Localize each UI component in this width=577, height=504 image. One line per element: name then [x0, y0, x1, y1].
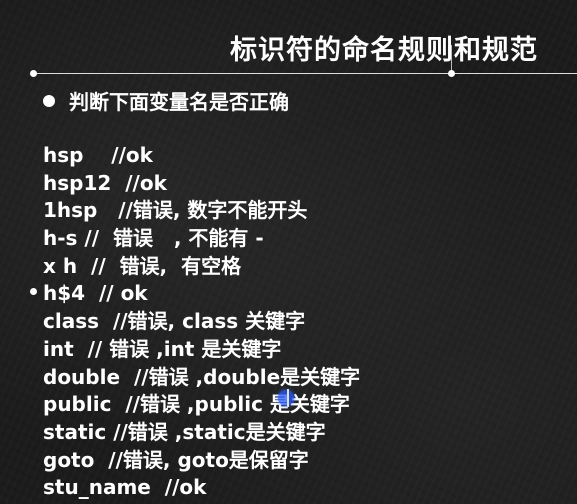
- title-divider: [34, 73, 577, 74]
- text-cursor-icon: [287, 389, 289, 407]
- code-line-public: public //错误 ,public 是关键字: [43, 392, 350, 417]
- code-line-stu-name: stu_name //ok: [43, 475, 207, 500]
- guide-line: [451, 45, 452, 73]
- code-line-hsp12: hsp12 //ok: [43, 170, 167, 195]
- code-line-double: double //错误 ,double是关键字: [43, 364, 361, 389]
- bullet-item: 判断下面变量名是否正确: [43, 86, 289, 115]
- code-line-class: class //错误, class 关键字: [43, 309, 306, 334]
- code-line-1hsp: 1hsp //错误, 数字不能开头: [43, 198, 308, 223]
- code-line-int: int // 错误 ,int 是关键字: [43, 336, 282, 361]
- code-line-static: static //错误 ,static是关键字: [43, 419, 326, 444]
- identifier-examples: hsp //ok hsp12 //ok 1hsp //错误, 数字不能开头 h-…: [43, 142, 360, 502]
- code-line-goto: goto //错误, goto是保留字: [43, 447, 309, 472]
- code-line-h-s: h-s // 错误 , 不能有 -: [43, 226, 264, 251]
- code-line-x-h: x h // 错误, 有空格: [43, 253, 242, 278]
- cursor-highlight-icon: [278, 390, 294, 406]
- divider-dot-right: [448, 70, 455, 77]
- slide-title: 标识符的命名规则和规范: [230, 35, 538, 66]
- bullet-icon: [43, 94, 55, 107]
- divider-dot-left: [30, 70, 37, 77]
- code-line-hsp: hsp //ok: [43, 143, 153, 167]
- margin-dot: [30, 288, 37, 295]
- code-line-h4: h$4 // ok: [43, 281, 148, 306]
- bullet-text: 判断下面变量名是否正确: [69, 90, 289, 114]
